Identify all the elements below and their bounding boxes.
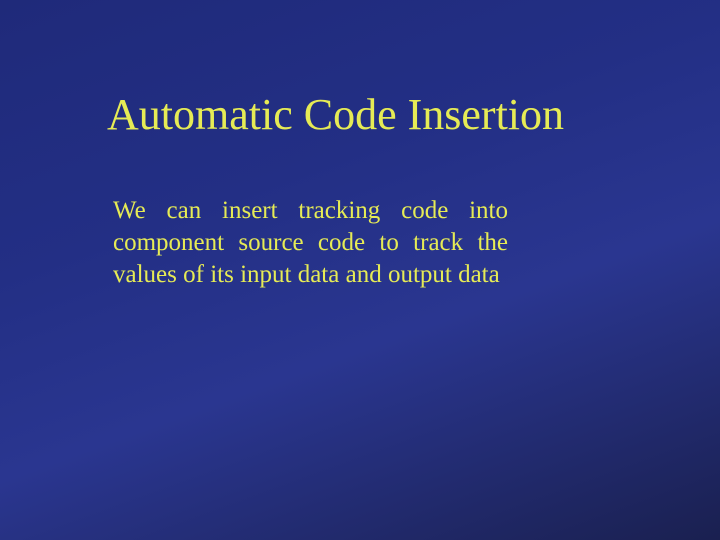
- slide-body-text: We can insert tracking code into compone…: [113, 195, 508, 291]
- slide-title: Automatic Code Insertion: [107, 90, 627, 141]
- slide: Automatic Code Insertion We can insert t…: [0, 0, 720, 540]
